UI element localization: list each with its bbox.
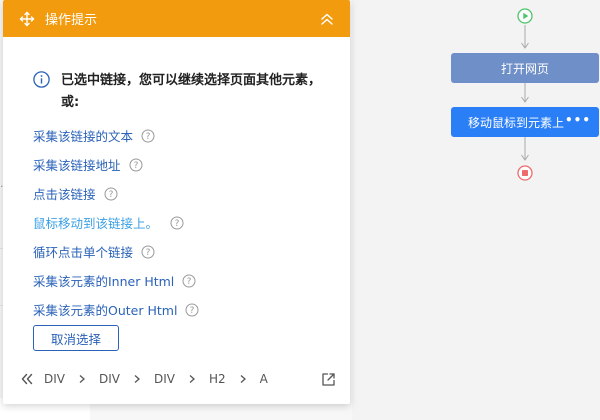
more-icon[interactable]: ••• — [565, 113, 591, 127]
action-extract-link-text[interactable]: 采集该链接的文本 ? — [33, 121, 199, 150]
action-extract-inner-html[interactable]: 采集该元素的Inner Html ? — [33, 266, 199, 295]
action-label[interactable]: 点击该链接 — [33, 184, 96, 203]
cancel-selection-button[interactable]: 取消选择 — [33, 325, 119, 351]
flow-node-label: 移动鼠标到元素上 — [467, 115, 564, 130]
help-icon[interactable]: ? — [182, 274, 196, 288]
breadcrumb-item[interactable]: DIV — [99, 372, 120, 386]
action-label[interactable]: 循环点击单个链接 — [33, 242, 133, 261]
action-extract-link-url[interactable]: 采集该链接地址 ? — [33, 150, 199, 179]
action-label[interactable]: 采集该元素的Inner Html — [33, 271, 174, 290]
info-icon — [33, 71, 50, 88]
flow-node-open-page[interactable]: 打开网页 — [451, 53, 599, 83]
chevron-right-icon — [240, 375, 246, 383]
action-hover-link[interactable]: 鼠标移动到该链接上。 ? — [33, 208, 199, 237]
arrow-down-icon — [521, 137, 529, 161]
operation-hint-panel: 操作提示 已选中链接，您可以继续选择页面其他元素，或: 采集该链接的文本 ? 采… — [3, 0, 350, 404]
help-icon[interactable]: ? — [185, 303, 199, 317]
action-label[interactable]: 鼠标移动到该链接上。 — [33, 213, 158, 232]
chevron-right-icon — [79, 375, 85, 383]
action-extract-outer-html[interactable]: 采集该元素的Outer Html ? — [33, 295, 199, 324]
info-message: 已选中链接，您可以继续选择页面其他元素，或: — [33, 70, 323, 114]
help-icon[interactable]: ? — [141, 245, 155, 259]
arrow-down-icon — [521, 25, 529, 49]
chevron-right-icon — [134, 375, 140, 383]
svg-text:?: ? — [146, 248, 151, 258]
double-chevron-left-icon[interactable] — [20, 372, 34, 386]
stop-icon[interactable] — [517, 165, 533, 181]
panel-header[interactable]: 操作提示 — [3, 0, 350, 37]
action-click-link[interactable]: 点击该链接 ? — [33, 179, 199, 208]
breadcrumb-item[interactable]: H2 — [209, 372, 226, 386]
svg-text:?: ? — [133, 161, 138, 171]
external-link-icon[interactable] — [321, 372, 336, 387]
flow-node-label: 打开网页 — [500, 61, 549, 76]
svg-text:?: ? — [108, 190, 113, 200]
svg-text:?: ? — [187, 277, 192, 287]
chevron-right-icon — [189, 375, 195, 383]
action-loop-click-link[interactable]: 循环点击单个链接 ? — [33, 237, 199, 266]
svg-text:?: ? — [146, 132, 151, 142]
action-label[interactable]: 采集该元素的Outer Html — [33, 300, 177, 319]
play-icon[interactable] — [517, 8, 533, 24]
breadcrumb-item[interactable]: A — [260, 372, 268, 386]
action-label[interactable]: 采集该链接地址 — [33, 155, 121, 174]
panel-title: 操作提示 — [45, 13, 98, 28]
arrow-down-icon — [521, 83, 529, 103]
help-icon[interactable]: ? — [141, 129, 155, 143]
breadcrumb: DIV DIV DIV H2 A — [20, 369, 336, 389]
move-icon[interactable] — [19, 11, 35, 27]
info-text: 已选中链接，您可以继续选择页面其他元素，或: — [61, 73, 322, 110]
action-label[interactable]: 采集该链接的文本 — [33, 126, 133, 145]
breadcrumb-item[interactable]: DIV — [154, 372, 175, 386]
help-icon[interactable]: ? — [104, 187, 118, 201]
flow-node-move-mouse[interactable]: 移动鼠标到元素上 ••• — [451, 107, 599, 137]
collapse-icon[interactable] — [318, 10, 336, 28]
action-list: 采集该链接的文本 ? 采集该链接地址 ? 点击该链接 ? 鼠标移动到该链接上。 … — [33, 121, 199, 324]
svg-text:?: ? — [190, 306, 195, 316]
breadcrumb-item[interactable]: DIV — [44, 372, 65, 386]
help-icon[interactable]: ? — [170, 216, 184, 230]
svg-text:?: ? — [175, 219, 180, 229]
help-icon[interactable]: ? — [129, 158, 143, 172]
